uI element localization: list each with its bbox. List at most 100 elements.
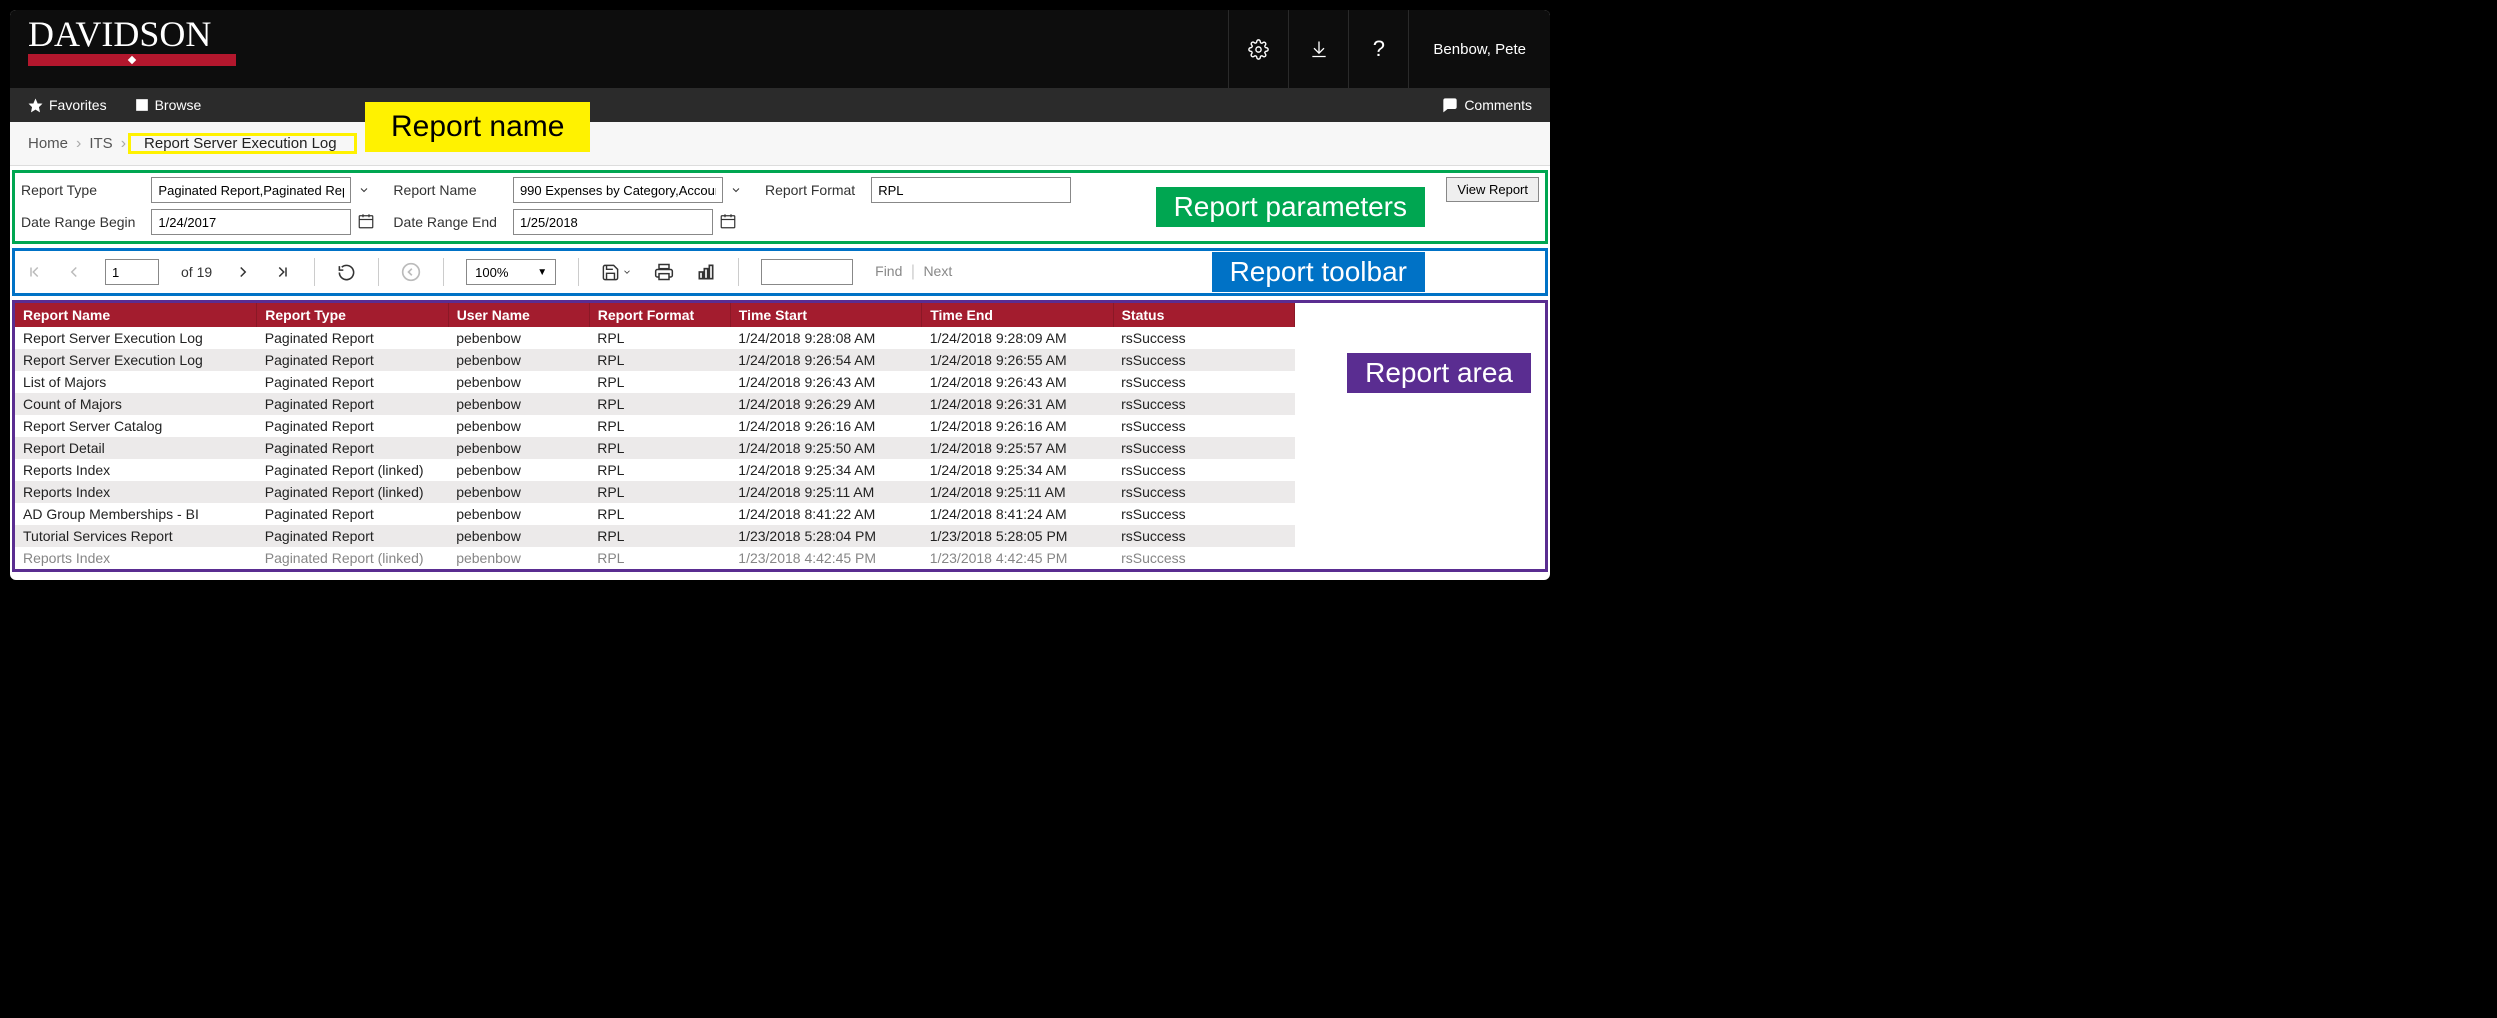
help-button[interactable]: ? — [1348, 10, 1408, 88]
powerbi-button[interactable] — [696, 262, 716, 282]
table-row[interactable]: Report Server Execution LogPaginated Rep… — [15, 327, 1295, 349]
first-page-button[interactable] — [25, 263, 43, 281]
param-date-begin-input[interactable] — [151, 209, 351, 235]
table-row[interactable]: Tutorial Services ReportPaginated Report… — [15, 525, 1295, 547]
page-number-input[interactable] — [105, 259, 159, 285]
breadcrumb-home[interactable]: Home — [28, 135, 68, 152]
table-row[interactable]: Report DetailPaginated ReportpebenbowRPL… — [15, 437, 1295, 459]
table-row[interactable]: Report Server CatalogPaginated Reportpeb… — [15, 415, 1295, 437]
table-cell: pebenbow — [448, 481, 589, 503]
find-input[interactable] — [761, 259, 853, 285]
breadcrumb-current-box: Report Server Execution Log — [134, 135, 355, 152]
param-report-type[interactable] — [151, 177, 377, 203]
save-button[interactable] — [601, 263, 632, 282]
table-cell: Report Server Execution Log — [15, 327, 257, 349]
table-cell: rsSuccess — [1113, 459, 1294, 481]
table-cell: List of Majors — [15, 371, 257, 393]
table-cell: Tutorial Services Report — [15, 525, 257, 547]
annotation-label-parameters: Report parameters — [1156, 187, 1425, 227]
table-cell: rsSuccess — [1113, 371, 1294, 393]
table-cell: Paginated Report — [257, 349, 448, 371]
toolbar-secondary: Favorites Browse Comments — [10, 88, 1550, 122]
table-header[interactable]: Time End — [922, 303, 1113, 327]
table-header[interactable]: Report Format — [589, 303, 730, 327]
table-cell: rsSuccess — [1113, 393, 1294, 415]
table-row[interactable]: AD Group Memberships - BIPaginated Repor… — [15, 503, 1295, 525]
table-cell: 1/24/2018 9:26:55 AM — [922, 349, 1113, 371]
table-row[interactable]: Count of MajorsPaginated ReportpebenbowR… — [15, 393, 1295, 415]
table-cell: RPL — [589, 415, 730, 437]
param-date-begin[interactable] — [151, 209, 377, 235]
calendar-icon[interactable] — [357, 212, 375, 233]
table-row[interactable]: List of MajorsPaginated ReportpebenbowRP… — [15, 371, 1295, 393]
table-cell: 1/24/2018 9:25:11 AM — [730, 481, 921, 503]
table-cell: Paginated Report (linked) — [257, 547, 448, 569]
param-report-type-input[interactable] — [151, 177, 351, 203]
table-cell: 1/24/2018 9:26:43 AM — [730, 371, 921, 393]
table-cell: Report Server Execution Log — [15, 349, 257, 371]
report-table: Report NameReport TypeUser NameReport Fo… — [15, 303, 1295, 569]
page-total-label: of 19 — [181, 264, 212, 280]
table-cell: pebenbow — [448, 349, 589, 371]
comments-label: Comments — [1464, 97, 1532, 113]
table-header[interactable]: Time Start — [730, 303, 921, 327]
table-cell: pebenbow — [448, 393, 589, 415]
param-date-end-input[interactable] — [513, 209, 713, 235]
refresh-button[interactable] — [337, 263, 356, 282]
calendar-icon[interactable] — [719, 212, 737, 233]
last-page-button[interactable] — [274, 263, 292, 281]
param-date-end[interactable] — [513, 209, 749, 235]
table-cell: rsSuccess — [1113, 481, 1294, 503]
table-cell: Paginated Report — [257, 437, 448, 459]
logo: DAVIDSON — [10, 10, 236, 66]
favorites-button[interactable]: Favorites — [28, 97, 107, 113]
report-toolbar: of 19 100% ▼ Find | Next Report toolbar — [12, 248, 1548, 296]
view-report-button[interactable]: View Report — [1446, 177, 1539, 202]
comments-button[interactable]: Comments — [1442, 97, 1532, 113]
header-right: ? Benbow, Pete — [1228, 10, 1550, 88]
next-page-button[interactable] — [234, 263, 252, 281]
param-report-name[interactable] — [513, 177, 749, 203]
settings-button[interactable] — [1228, 10, 1288, 88]
table-header[interactable]: User Name — [448, 303, 589, 327]
table-cell: Paginated Report — [257, 525, 448, 547]
app-window: DAVIDSON ? Benbow, Pete Favorites — [10, 10, 1550, 580]
param-report-name-input[interactable] — [513, 177, 723, 203]
zoom-select[interactable]: 100% ▼ — [466, 259, 556, 285]
question-icon: ? — [1373, 36, 1385, 62]
table-header[interactable]: Report Type — [257, 303, 448, 327]
table-row[interactable]: Reports IndexPaginated Report (linked)pe… — [15, 481, 1295, 503]
download-icon — [1309, 39, 1329, 59]
table-cell: pebenbow — [448, 437, 589, 459]
table-cell: RPL — [589, 525, 730, 547]
browse-icon — [135, 98, 149, 112]
annotation-label-toolbar: Report toolbar — [1212, 252, 1425, 292]
table-cell: pebenbow — [448, 525, 589, 547]
breadcrumb-folder[interactable]: ITS — [89, 135, 112, 152]
table-cell: 1/23/2018 5:28:04 PM — [730, 525, 921, 547]
prev-page-button[interactable] — [65, 263, 83, 281]
table-header[interactable]: Status — [1113, 303, 1294, 327]
table-cell: Count of Majors — [15, 393, 257, 415]
table-cell: RPL — [589, 349, 730, 371]
find-next-label[interactable]: Next — [923, 263, 952, 279]
chevron-down-icon — [351, 177, 377, 203]
parameters-panel: Report Type Report Name Report Format Da… — [12, 170, 1548, 244]
table-cell: RPL — [589, 503, 730, 525]
find-label[interactable]: Find — [875, 263, 902, 279]
favorites-label: Favorites — [49, 97, 107, 113]
download-button[interactable] — [1288, 10, 1348, 88]
browse-button[interactable]: Browse — [135, 97, 202, 113]
comment-icon — [1442, 97, 1458, 113]
back-button[interactable] — [401, 262, 421, 282]
table-row[interactable]: Reports IndexPaginated Report (linked)pe… — [15, 459, 1295, 481]
user-menu[interactable]: Benbow, Pete — [1408, 10, 1550, 88]
table-header[interactable]: Report Name — [15, 303, 257, 327]
table-cell: pebenbow — [448, 503, 589, 525]
table-row[interactable]: Report Server Execution LogPaginated Rep… — [15, 349, 1295, 371]
param-report-format-input[interactable] — [871, 177, 1071, 203]
print-button[interactable] — [654, 262, 674, 282]
table-cell: Reports Index — [15, 459, 257, 481]
table-cell: RPL — [589, 459, 730, 481]
table-row[interactable]: Reports IndexPaginated Report (linked)pe… — [15, 547, 1295, 569]
